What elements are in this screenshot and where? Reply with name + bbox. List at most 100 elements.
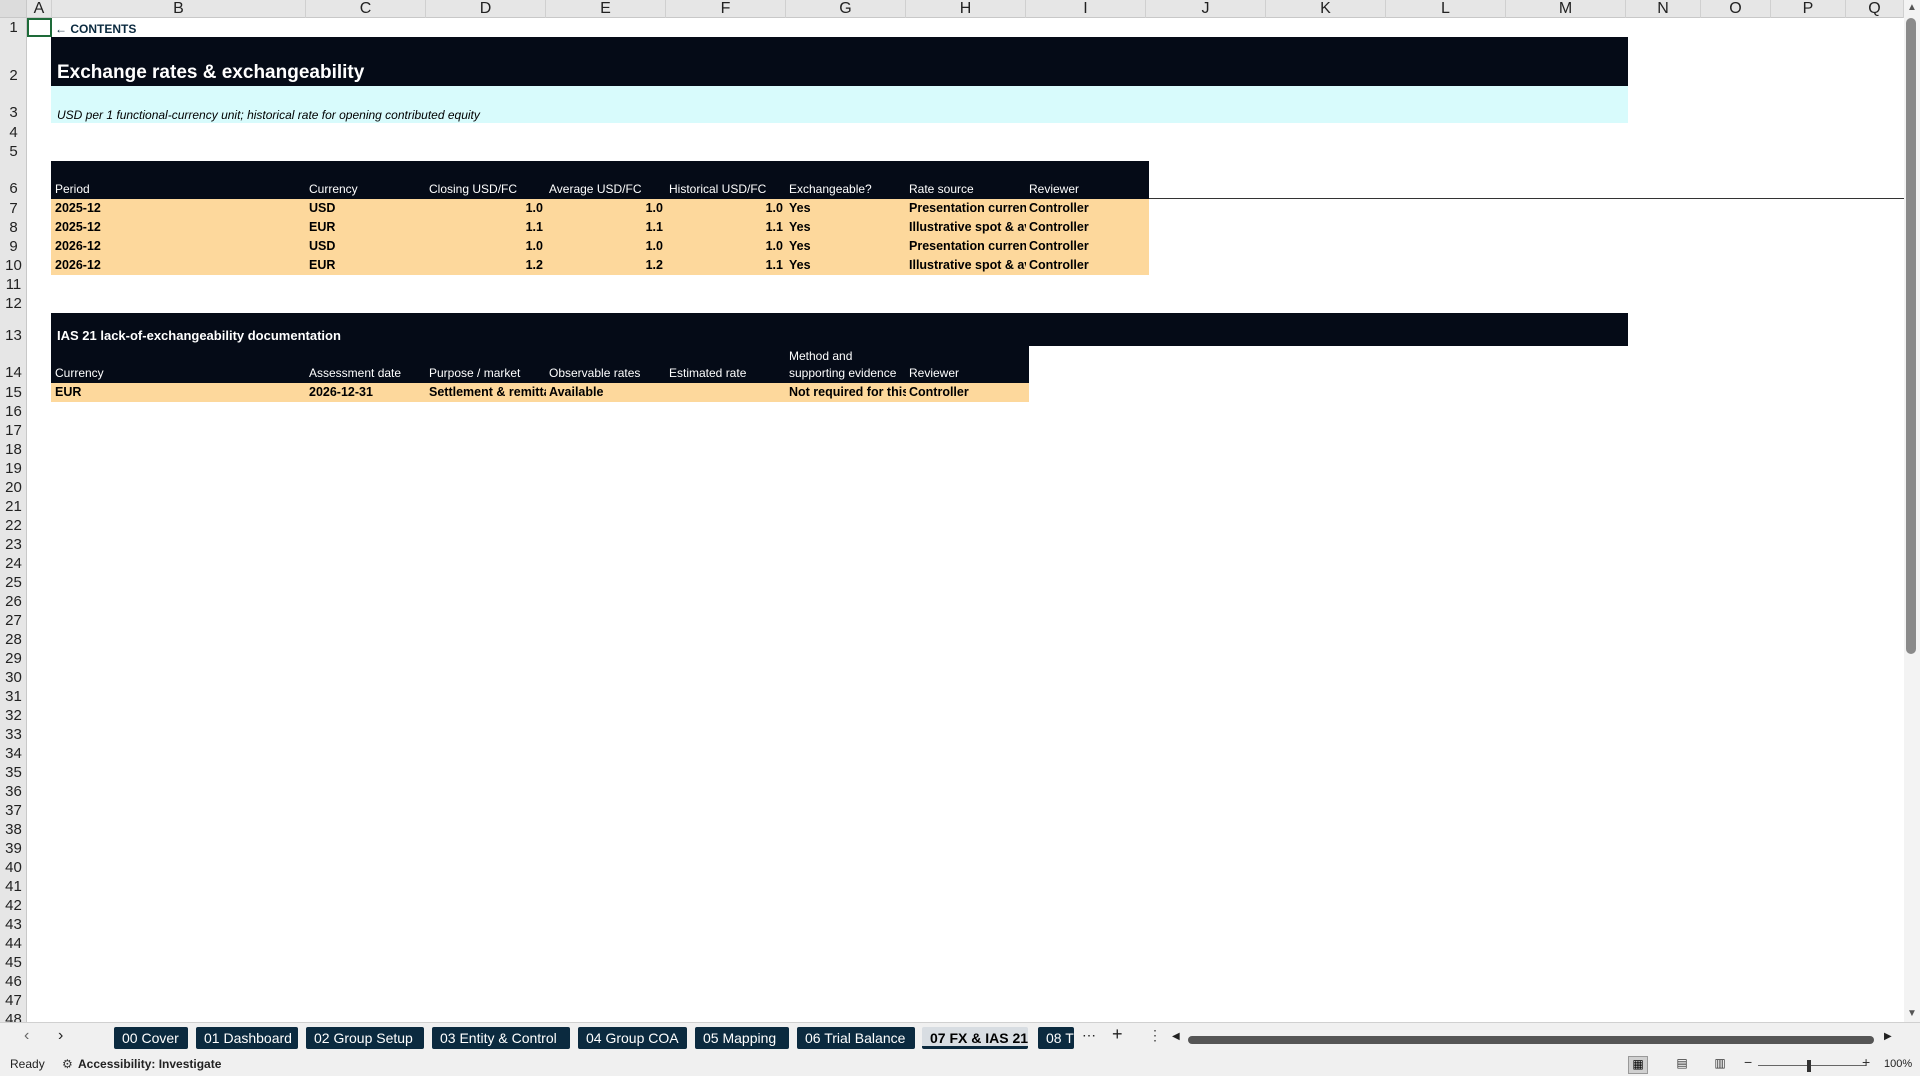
column-header-m[interactable]: M xyxy=(1506,0,1626,18)
fx-cell-r2-c2[interactable]: 1.0 xyxy=(426,237,546,256)
row-header-33[interactable]: 33 xyxy=(0,725,26,744)
fx-cell-r2-c0[interactable]: 2026-12 xyxy=(52,237,306,256)
zoom-level[interactable]: 100% xyxy=(1884,1058,1918,1074)
column-header-c[interactable]: C xyxy=(306,0,426,18)
row-header-28[interactable]: 28 xyxy=(0,630,26,649)
next-sheet-icon[interactable]: › xyxy=(58,1027,74,1047)
row-header-1[interactable]: 1 xyxy=(0,18,26,37)
fx-cell-r0-c6[interactable]: Presentation currenc xyxy=(906,199,1026,218)
zoom-in-icon[interactable]: + xyxy=(1862,1054,1874,1072)
row-header-22[interactable]: 22 xyxy=(0,516,26,535)
fx-cell-r2-c6[interactable]: Presentation currenc xyxy=(906,237,1026,256)
row-header-43[interactable]: 43 xyxy=(0,915,26,934)
row-header-5[interactable]: 5 xyxy=(0,142,26,161)
selected-cell-a1[interactable] xyxy=(27,18,52,37)
row-header-4[interactable]: 4 xyxy=(0,123,26,142)
sheet-tab-1[interactable]: 01 Dashboard xyxy=(196,1027,298,1049)
column-header-g[interactable]: G xyxy=(786,0,906,18)
row-header-15[interactable]: 15 xyxy=(0,383,26,402)
row-header-3[interactable]: 3 xyxy=(0,86,26,123)
column-header-e[interactable]: E xyxy=(546,0,666,18)
row-header-39[interactable]: 39 xyxy=(0,839,26,858)
column-header-i[interactable]: I xyxy=(1026,0,1146,18)
row-header-14[interactable]: 14 xyxy=(0,346,26,383)
sheet-tab-3[interactable]: 03 Entity & Control xyxy=(432,1027,570,1049)
add-sheet-icon[interactable]: + xyxy=(1112,1024,1130,1046)
row-header-48[interactable]: 48 xyxy=(0,1010,26,1022)
row-header-32[interactable]: 32 xyxy=(0,706,26,725)
column-header-q[interactable]: Q xyxy=(1846,0,1904,18)
row-header-37[interactable]: 37 xyxy=(0,801,26,820)
fx-cell-r1-c2[interactable]: 1.1 xyxy=(426,218,546,237)
fx-cell-r0-c3[interactable]: 1.0 xyxy=(546,199,666,218)
row-header-45[interactable]: 45 xyxy=(0,953,26,972)
more-sheets-icon[interactable]: ⋯ xyxy=(1082,1027,1098,1047)
row-header-12[interactable]: 12 xyxy=(0,294,26,313)
row-header-31[interactable]: 31 xyxy=(0,687,26,706)
fx-cell-r0-c2[interactable]: 1.0 xyxy=(426,199,546,218)
row-header-24[interactable]: 24 xyxy=(0,554,26,573)
fx-cell-r3-c3[interactable]: 1.2 xyxy=(546,256,666,275)
page-layout-icon[interactable]: ▤ xyxy=(1672,1056,1692,1074)
column-header-p[interactable]: P xyxy=(1771,0,1846,18)
fx-cell-r2-c3[interactable]: 1.0 xyxy=(546,237,666,256)
row-header-42[interactable]: 42 xyxy=(0,896,26,915)
sheet-tab-2[interactable]: 02 Group Setup xyxy=(306,1027,424,1049)
column-header-n[interactable]: N xyxy=(1626,0,1701,18)
fx-cell-r0-c0[interactable]: 2025-12 xyxy=(52,199,306,218)
fx-cell-r1-c1[interactable]: EUR xyxy=(306,218,426,237)
fx-cell-r3-c5[interactable]: Yes xyxy=(786,256,906,275)
fx-cell-r3-c6[interactable]: Illustrative spot & av xyxy=(906,256,1026,275)
row-header-11[interactable]: 11 xyxy=(0,275,26,294)
select-all-corner[interactable] xyxy=(0,0,27,18)
accessibility-status[interactable]: Accessibility: Investigate xyxy=(78,1057,221,1075)
ias-cell-2[interactable]: Settlement & remitta xyxy=(426,383,546,402)
row-header-40[interactable]: 40 xyxy=(0,858,26,877)
row-header-41[interactable]: 41 xyxy=(0,877,26,896)
fx-cell-r1-c0[interactable]: 2025-12 xyxy=(52,218,306,237)
sheet-tab-6[interactable]: 06 Trial Balance xyxy=(797,1027,915,1049)
scroll-right-icon[interactable]: ▶ xyxy=(1884,1031,1894,1045)
fx-cell-r2-c7[interactable]: Controller xyxy=(1026,237,1146,256)
row-header-6[interactable]: 6 xyxy=(0,161,26,199)
row-header-23[interactable]: 23 xyxy=(0,535,26,554)
row-header-38[interactable]: 38 xyxy=(0,820,26,839)
fx-cell-r2-c1[interactable]: USD xyxy=(306,237,426,256)
row-header-8[interactable]: 8 xyxy=(0,218,26,237)
row-header-27[interactable]: 27 xyxy=(0,611,26,630)
scroll-down-icon[interactable]: ▼ xyxy=(1905,1008,1919,1022)
column-header-l[interactable]: L xyxy=(1386,0,1506,18)
vertical-scroll-thumb[interactable] xyxy=(1906,18,1916,654)
sheet-tab-5[interactable]: 05 Mapping xyxy=(695,1027,789,1049)
row-header-19[interactable]: 19 xyxy=(0,459,26,478)
row-header-46[interactable]: 46 xyxy=(0,972,26,991)
row-header-7[interactable]: 7 xyxy=(0,199,26,218)
column-header-f[interactable]: F xyxy=(666,0,786,18)
fx-cell-r1-c7[interactable]: Controller xyxy=(1026,218,1146,237)
row-header-13[interactable]: 13 xyxy=(0,313,26,346)
row-header-25[interactable]: 25 xyxy=(0,573,26,592)
normal-view-icon[interactable]: ▦ xyxy=(1628,1056,1648,1074)
sheet-tab-4[interactable]: 04 Group COA xyxy=(578,1027,687,1049)
row-header-18[interactable]: 18 xyxy=(0,440,26,459)
scroll-left-icon[interactable]: ◀ xyxy=(1172,1031,1182,1045)
ias-cell-4[interactable] xyxy=(666,383,786,402)
row-header-35[interactable]: 35 xyxy=(0,763,26,782)
row-header-29[interactable]: 29 xyxy=(0,649,26,668)
row-header-20[interactable]: 20 xyxy=(0,478,26,497)
fx-cell-r3-c7[interactable]: Controller xyxy=(1026,256,1146,275)
fx-cell-r0-c7[interactable]: Controller xyxy=(1026,199,1146,218)
sheet-tab-0[interactable]: 00 Cover xyxy=(114,1027,188,1049)
row-header-2[interactable]: 2 xyxy=(0,37,26,86)
row-header-17[interactable]: 17 xyxy=(0,421,26,440)
row-header-34[interactable]: 34 xyxy=(0,744,26,763)
column-header-a[interactable]: A xyxy=(27,0,52,18)
fx-cell-r3-c1[interactable]: EUR xyxy=(306,256,426,275)
ias-cell-3[interactable]: Available xyxy=(546,383,666,402)
fx-cell-r0-c1[interactable]: USD xyxy=(306,199,426,218)
ias-cell-0[interactable]: EUR xyxy=(52,383,306,402)
zoom-slider[interactable] xyxy=(1758,1065,1866,1066)
options-icon[interactable]: ⋮ xyxy=(1148,1027,1162,1047)
fx-cell-r0-c4[interactable]: 1.0 xyxy=(666,199,786,218)
fx-cell-r1-c5[interactable]: Yes xyxy=(786,218,906,237)
